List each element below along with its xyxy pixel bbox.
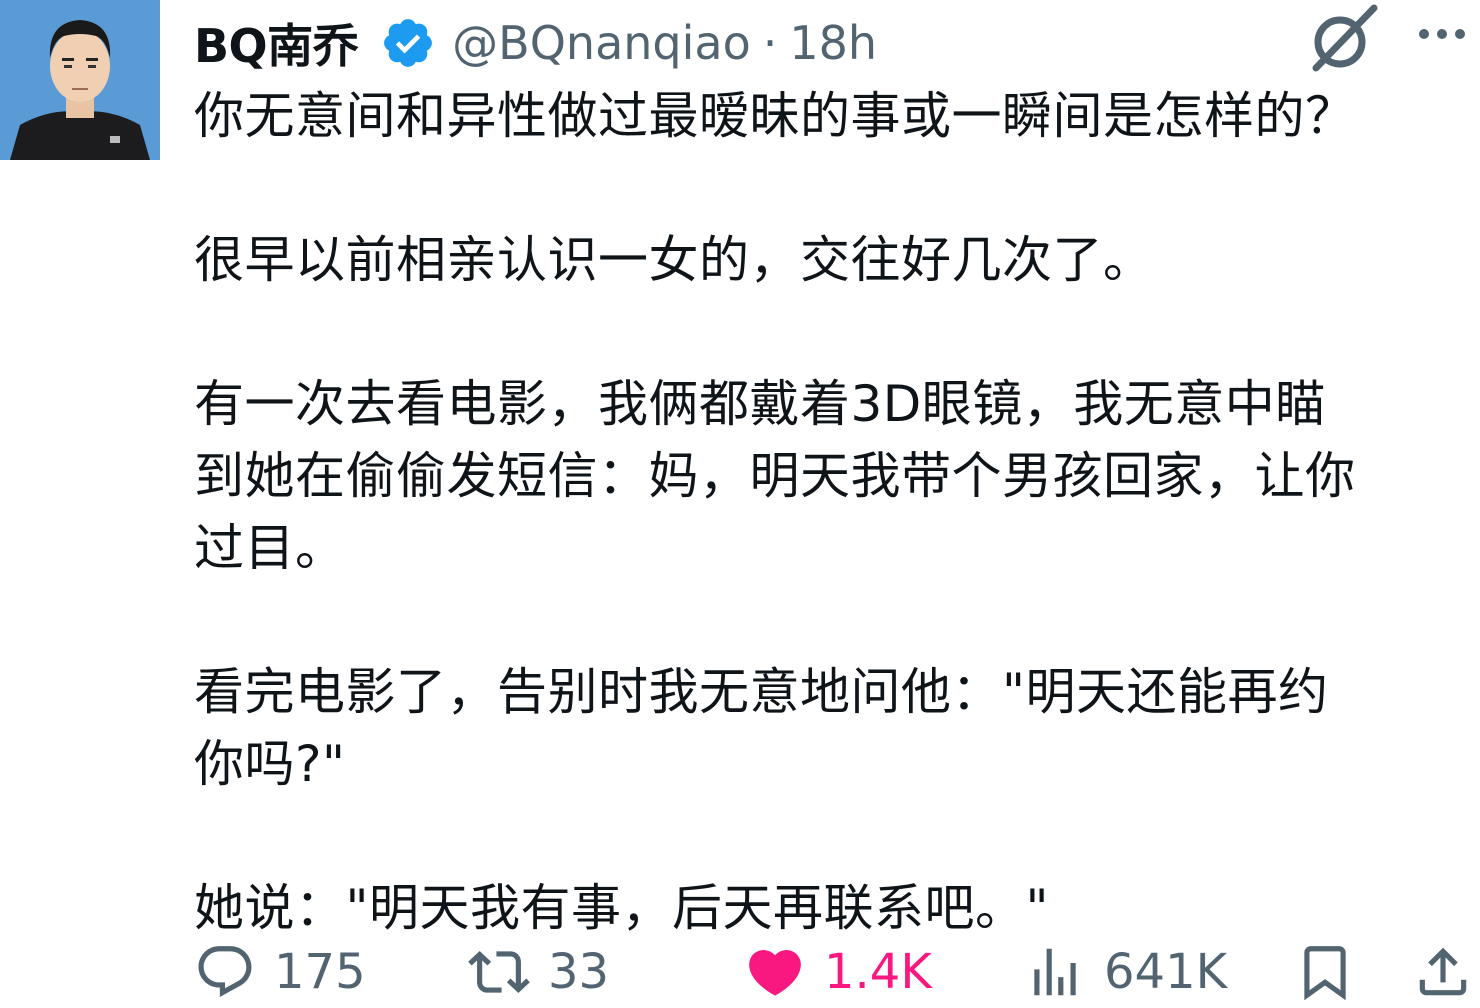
timestamp[interactable]: 18h [789,16,877,70]
share-icon [1419,947,1467,996]
more-icon[interactable] [1414,14,1470,54]
author-handle[interactable]: @BQnanqiao [452,16,751,70]
reply-count: 175 [274,944,366,1000]
bookmark-icon [1304,946,1346,1001]
share-button[interactable] [1412,936,1474,1008]
tweet-text: 你无意间和异性做过最暧昧的事或一瞬间是怎样的？ 很早以前相亲认识一女的，交往好几… [194,80,1474,944]
repost-icon [468,951,530,993]
author-name[interactable]: BQ南乔 [194,10,359,76]
tweet-header: BQ南乔 @BQnanqiao · 18h [194,8,1460,78]
heart-icon [749,950,801,996]
tweet-line: 有一次去看电影，我俩都戴着3D眼镜，我无意中瞄 [194,375,1326,433]
tweet-paragraph: 她说："明天我有事，后天再联系吧。" [194,872,1474,944]
views-count: 641K [1104,944,1228,1000]
tweet-paragraph: 你无意间和异性做过最暧昧的事或一瞬间是怎样的？ [194,80,1474,152]
separator-dot: · [762,16,778,70]
tweet-line: 你无意间和异性做过最暧昧的事或一瞬间是怎样的？ [194,87,1356,145]
tweet-paragraph: 有一次去看电影，我俩都戴着3D眼镜，我无意中瞄 到她在偷偷发短信：妈，明天我带个… [194,368,1474,584]
tweet-line: 你吗?" [194,735,346,793]
tweet-line: 她说："明天我有事，后天再联系吧。" [194,879,1049,937]
repost-count: 33 [548,944,610,1000]
bookmark-button[interactable] [1294,936,1356,1008]
grok-icon[interactable] [1306,2,1380,76]
tweet-paragraph: 看完电影了，告别时我无意地问他："明天还能再约 你吗?" [194,656,1474,800]
like-button[interactable]: 1.4K [744,936,932,1008]
tweet-paragraph: 很早以前相亲认识一女的，交往好几次了。 [194,224,1474,296]
tweet-line: 很早以前相亲认识一女的，交往好几次了。 [194,231,1154,289]
repost-button[interactable]: 33 [468,936,609,1008]
avatar[interactable] [0,0,160,160]
like-count: 1.4K [824,944,932,1000]
verified-badge-icon [384,19,433,67]
tweet-line: 看完电影了，告别时我无意地问他："明天还能再约 [194,663,1329,721]
reply-button[interactable]: 175 [194,936,366,1008]
tweet-actions: 175 33 1.4K 641K [194,936,1480,1008]
tweet-line: 过目。 [194,519,346,577]
views-icon [1034,948,1076,996]
tweet-line: 到她在偷偷发短信：妈，明天我带个男孩回家，让你 [194,447,1356,505]
reply-icon [198,946,252,998]
views-button[interactable]: 641K [1024,936,1227,1008]
